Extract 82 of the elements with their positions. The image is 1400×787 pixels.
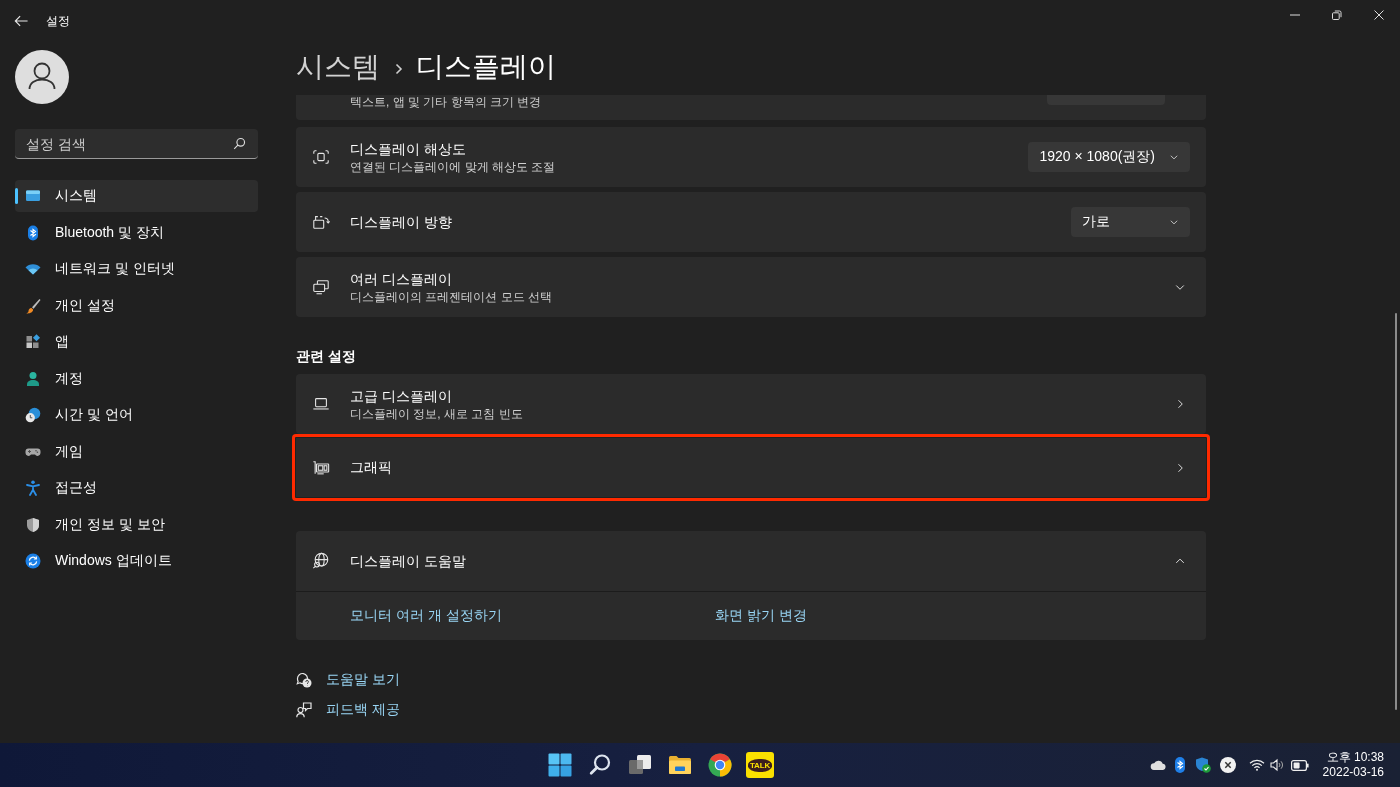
browser-icon[interactable] — [708, 753, 732, 777]
setting-row[interactable]: 고급 디스플레이 디스플레이 정보, 새로 고침 빈도 — [296, 374, 1206, 434]
setting-title: 디스플레이 도움말 — [350, 551, 466, 571]
search-field[interactable]: 설정 검색 — [15, 129, 258, 159]
sidebar-item[interactable]: 게임 — [15, 435, 258, 468]
clock-time: 오후 10:38 — [1326, 750, 1384, 765]
sidebar-item[interactable]: 네트워크 및 인터넷 — [15, 253, 258, 285]
setting-title: 그래픽 — [350, 458, 392, 477]
chevron-right-icon — [394, 61, 404, 77]
monitor-icon — [25, 188, 41, 204]
folder-icon[interactable] — [668, 753, 692, 777]
wifi-icon[interactable] — [1248, 759, 1265, 771]
setting-row[interactable]: 디스플레이 방향 가로 — [296, 192, 1206, 252]
accessibility-icon — [25, 480, 41, 496]
search-icon[interactable] — [233, 137, 246, 150]
sidebar-item[interactable]: Windows 업데이트 — [15, 545, 258, 577]
setting-description: 연결된 디스플레이에 맞게 해상도 조절 — [350, 158, 556, 175]
sidebar-item[interactable]: 시간 및 언어 — [15, 399, 258, 431]
setting-row[interactable]: 그래픽 — [292, 434, 1210, 501]
avatar-icon — [15, 50, 69, 104]
sidebar-item[interactable]: 시스템 — [15, 180, 258, 212]
scrollbar-thumb[interactable] — [1395, 313, 1397, 710]
close-circle-icon[interactable] — [1219, 757, 1236, 773]
multiple-monitors-icon — [312, 278, 330, 296]
search-icon[interactable] — [588, 753, 612, 777]
windows-logo-icon[interactable] — [548, 753, 572, 777]
sidebar-item[interactable]: 계정 — [15, 362, 258, 395]
globe-search-icon — [312, 552, 330, 570]
setting-title: 디스플레이 해상도 — [350, 139, 466, 159]
window-title: 설정 — [46, 12, 70, 30]
sync-arrows-icon — [25, 553, 41, 569]
task-view-icon[interactable] — [628, 753, 652, 777]
globe-clock-icon — [25, 407, 41, 423]
person-icon — [25, 370, 41, 387]
footer-link[interactable]: 피드백 제공 — [326, 701, 400, 719]
breadcrumb-item[interactable]: 시스템 — [296, 45, 380, 89]
cloud-icon[interactable] — [1149, 760, 1167, 770]
setting-title: 디스플레이 방향 — [350, 212, 452, 232]
speaker-icon[interactable] — [1269, 758, 1284, 772]
shield-icon — [25, 516, 41, 533]
section-heading: 관련 설정 — [296, 347, 356, 366]
help-bubble-icon — [296, 672, 312, 688]
sidebar-item[interactable]: 접근성 — [15, 472, 258, 504]
back-arrow-icon — [14, 14, 28, 28]
setting-row[interactable]: 디스플레이 해상도 연결된 디스플레이에 맞게 해상도 조절 1920 × 1080(권장) — [296, 127, 1206, 187]
sidebar-item[interactable]: 개인 정보 및 보안 — [15, 508, 258, 541]
help-header[interactable]: 디스플레이 도움말 — [296, 531, 1206, 591]
chat-app-button[interactable]: TALK — [746, 752, 774, 778]
sidebar-item[interactable]: 개인 설정 — [15, 289, 258, 322]
paintbrush-icon — [25, 297, 41, 314]
setting-description: 디스플레이의 프레젠테이션 모드 선택 — [350, 288, 552, 305]
bluetooth-icon — [25, 224, 41, 241]
setting-row[interactable]: 텍스트, 앱 및 기타 항목의 크기 변경 — [296, 95, 1206, 120]
setting-description: 텍스트, 앱 및 기타 항목의 크기 변경 — [350, 95, 542, 109]
sidebar-item[interactable]: 앱 — [15, 326, 258, 358]
battery-icon[interactable] — [1290, 759, 1309, 771]
footer-link[interactable]: 도움말 보기 — [326, 671, 400, 689]
wifi-icon — [25, 261, 41, 277]
clock-date: 2022-03-16 — [1322, 765, 1384, 780]
chevron-down-icon — [1169, 152, 1179, 162]
setting-title: 여러 디스플레이 — [350, 269, 452, 289]
setting-row[interactable]: 여러 디스플레이 디스플레이의 프레젠테이션 모드 선택 — [296, 257, 1206, 317]
close-icon — [1374, 9, 1384, 20]
laptop-icon — [312, 395, 330, 413]
minimize-icon — [1290, 13, 1300, 16]
setting-description: 디스플레이 정보, 새로 고침 빈도 — [350, 405, 523, 422]
app-grid-icon — [25, 334, 41, 350]
help-link[interactable]: 모니터 여러 개 설정하기 — [350, 607, 502, 625]
bluetooth-icon[interactable] — [1174, 757, 1185, 773]
rotate-screen-icon — [312, 213, 330, 231]
setting-title: 고급 디스플레이 — [350, 386, 452, 406]
help-link[interactable]: 화면 밝기 변경 — [715, 607, 807, 625]
resolution-icon — [312, 148, 330, 166]
feedback-person-icon — [296, 702, 312, 718]
dropdown-button[interactable]: 1920 × 1080(권장) — [1028, 142, 1190, 172]
sidebar-item[interactable]: Bluetooth 및 장치 — [15, 216, 258, 249]
breadcrumb-item: 디스플레이 — [416, 50, 556, 84]
graphics-card-icon — [312, 458, 330, 477]
chevron-down-icon — [1169, 217, 1179, 227]
restore-icon — [1332, 9, 1342, 20]
dropdown-button[interactable]: 가로 — [1071, 207, 1190, 237]
shield-check-icon[interactable] — [1194, 757, 1211, 773]
